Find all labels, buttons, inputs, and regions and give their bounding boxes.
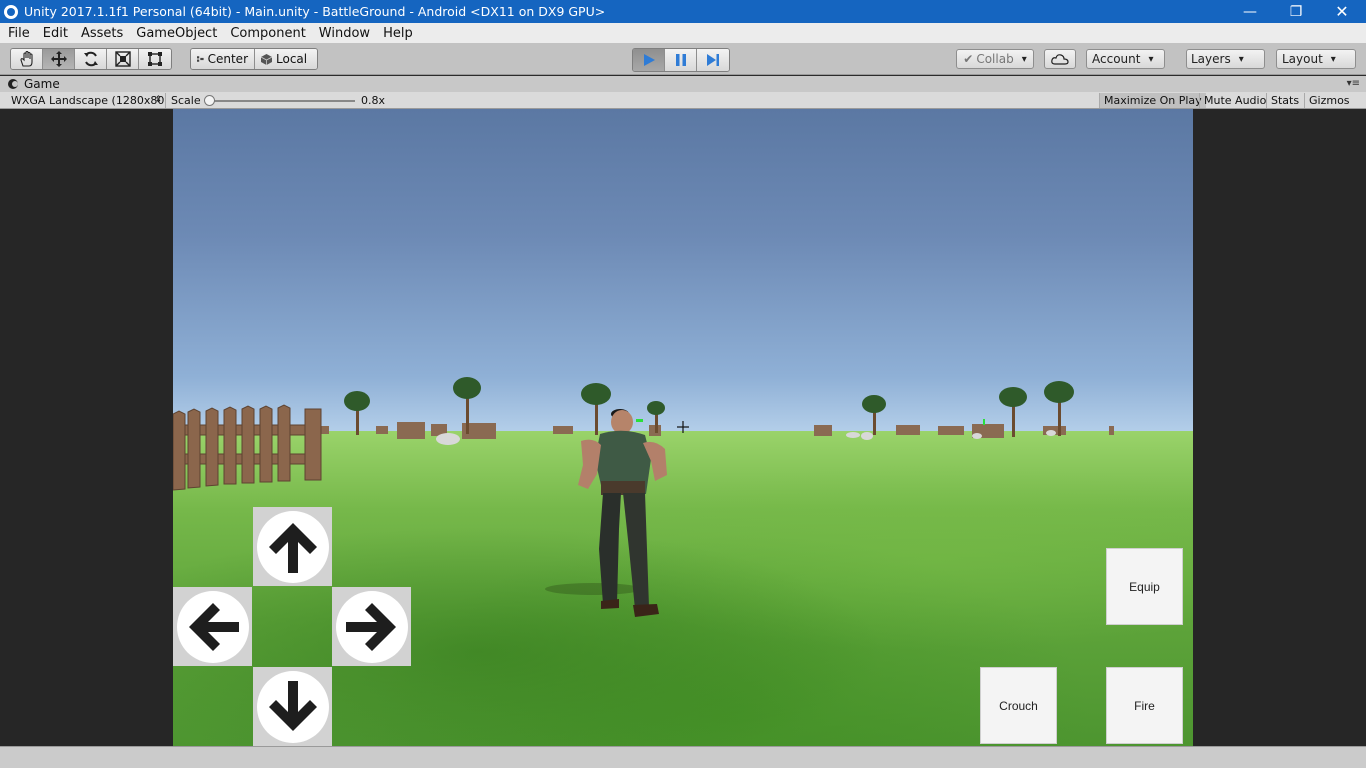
pivot-toggles: Center Local — [190, 48, 318, 70]
game-viewport: Equip Crouch Fire — [0, 109, 1366, 746]
game-view-controls: WXGA Landscape (1280x80 Scale 0.8x Maxim… — [0, 92, 1366, 109]
tab-game[interactable]: Game — [0, 77, 60, 91]
account-label: Account — [1092, 52, 1141, 66]
rect-icon — [148, 52, 162, 66]
close-button[interactable]: ✕ — [1319, 0, 1365, 23]
pause-icon — [675, 54, 686, 66]
cube-icon — [261, 53, 272, 65]
scale-value: 0.8x — [361, 94, 386, 107]
move-left-circle — [176, 590, 249, 663]
window-title: Unity 2017.1.1f1 Personal (64bit) - Main… — [24, 4, 606, 19]
game-scene[interactable]: Equip Crouch Fire — [173, 109, 1193, 746]
checkmark-icon: ✔ — [963, 52, 974, 66]
minimize-button[interactable]: — — [1227, 0, 1273, 23]
layout-label: Layout — [1282, 52, 1323, 66]
maximize-button[interactable]: ❐ — [1273, 0, 1319, 23]
crosshair-icon — [677, 421, 689, 433]
scale-tool-button[interactable] — [107, 49, 139, 69]
layout-dropdown[interactable]: Layout — [1276, 49, 1356, 69]
pause-button[interactable] — [665, 49, 697, 71]
move-tool-button[interactable] — [43, 49, 75, 69]
move-right-circle — [335, 590, 408, 663]
title-bar: Unity 2017.1.1f1 Personal (64bit) - Main… — [0, 0, 1366, 23]
arrow-up-icon — [268, 522, 317, 573]
play-icon — [643, 54, 655, 66]
stats-toggle[interactable]: Stats — [1266, 93, 1303, 108]
menu-window[interactable]: Window — [311, 26, 375, 41]
scale-icon — [114, 51, 131, 67]
menu-file[interactable]: File — [0, 26, 35, 41]
player-character — [545, 409, 667, 617]
pivot-center-button[interactable]: Center — [191, 49, 255, 69]
move-icon — [50, 51, 67, 67]
equip-button[interactable]: Equip — [1106, 548, 1183, 625]
arrow-down-icon — [268, 680, 317, 731]
unity-logo-icon — [4, 4, 18, 19]
layers-dropdown[interactable]: Layers — [1186, 49, 1265, 69]
collab-label: Collab — [976, 52, 1014, 66]
arrow-right-icon — [345, 602, 396, 651]
collab-dropdown[interactable]: ✔ Collab — [956, 49, 1034, 69]
pivot-local-button[interactable]: Local — [255, 49, 317, 69]
game-tab-header: Game ▾≡ — [0, 76, 1366, 92]
game-tab-icon — [8, 79, 18, 89]
crouch-button[interactable]: Crouch — [980, 667, 1057, 744]
main-toolbar: Center Local ✔ Collab Account Layers Lay… — [0, 43, 1366, 75]
move-right-button[interactable] — [332, 587, 411, 666]
scale-slider-thumb[interactable] — [204, 95, 215, 106]
cloud-button[interactable] — [1044, 49, 1076, 69]
gizmos-dropdown[interactable]: Gizmos — [1304, 93, 1360, 108]
rotate-tool-button[interactable] — [75, 49, 107, 69]
menu-component[interactable]: Component — [222, 26, 310, 41]
maximize-on-play-toggle[interactable]: Maximize On Play — [1099, 93, 1206, 108]
menu-bar: File Edit Assets GameObject Component Wi… — [0, 23, 1366, 43]
scale-label: Scale — [171, 94, 201, 107]
play-button[interactable] — [633, 49, 665, 71]
trees — [344, 377, 1074, 437]
step-button[interactable] — [697, 49, 729, 71]
pivot-center-label: Center — [207, 52, 248, 66]
step-icon — [707, 54, 719, 66]
playback-controls — [632, 48, 730, 72]
cloud-icon — [1051, 53, 1069, 65]
menu-gameobject[interactable]: GameObject — [128, 26, 222, 41]
resolution-dropdown[interactable]: WXGA Landscape (1280x80 — [6, 93, 166, 108]
fire-button[interactable]: Fire — [1106, 667, 1183, 744]
marker-green — [636, 419, 643, 422]
menu-help[interactable]: Help — [375, 26, 418, 41]
tab-game-label: Game — [24, 77, 60, 91]
menu-assets[interactable]: Assets — [73, 26, 128, 41]
move-down-button[interactable] — [253, 667, 332, 746]
move-left-button[interactable] — [173, 587, 252, 666]
move-up-button[interactable] — [253, 507, 332, 586]
hand-tool-button[interactable] — [11, 49, 43, 69]
scale-slider-track[interactable] — [210, 100, 355, 102]
arrow-left-icon — [188, 602, 239, 651]
move-down-circle — [256, 670, 329, 743]
hand-icon — [19, 51, 33, 67]
layers-label: Layers — [1191, 52, 1231, 66]
pivot-local-label: Local — [276, 52, 308, 66]
rect-tool-button[interactable] — [139, 49, 171, 69]
transform-tools — [10, 48, 172, 70]
wooden-fence-near — [173, 404, 322, 491]
pivot-center-icon — [197, 56, 204, 62]
account-dropdown[interactable]: Account — [1086, 49, 1165, 69]
move-up-circle — [256, 510, 329, 583]
tab-menu-icon[interactable]: ▾≡ — [1347, 78, 1360, 89]
menu-edit[interactable]: Edit — [35, 26, 73, 41]
mute-audio-toggle[interactable]: Mute Audio — [1199, 93, 1270, 108]
rotate-icon — [83, 51, 98, 67]
status-bar — [0, 746, 1366, 768]
